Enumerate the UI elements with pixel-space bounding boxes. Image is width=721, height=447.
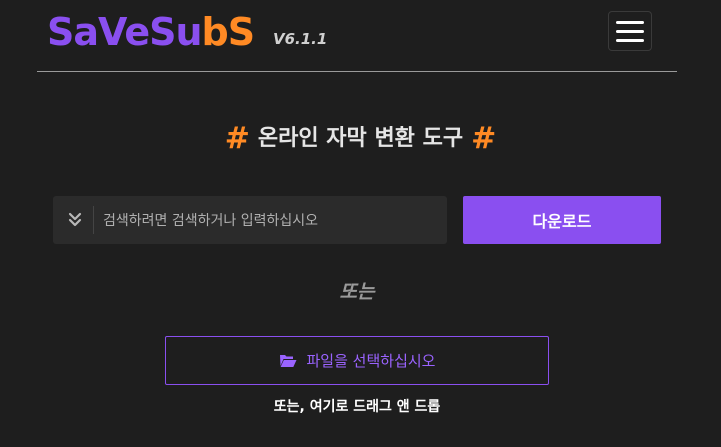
version-label: V6.1.1 (273, 30, 328, 48)
search-divider (93, 206, 94, 234)
search-input[interactable] (101, 196, 435, 246)
download-button[interactable]: 다운로드 (463, 196, 661, 244)
search-box (53, 196, 447, 246)
hash-icon: # (471, 121, 497, 156)
hamburger-icon-bar (616, 20, 644, 24)
hamburger-icon-bar (616, 29, 644, 33)
site-header: SaVeSubS V6.1.1 (37, 0, 677, 72)
hash-icon: # (224, 121, 250, 156)
choose-file-button[interactable]: 파일을 선택하십시오 (165, 336, 549, 385)
folder-open-icon (279, 355, 296, 367)
drag-drop-hint: 또는, 여기로 드래그 앤 드롭 (273, 399, 441, 415)
page-title: # 온라인 자막 변환 도구 # (0, 120, 721, 156)
logo-text-orange: bS (201, 10, 256, 54)
logo-text-purple: SaVeSu (47, 10, 203, 54)
choose-file-label: 파일을 선택하십시오 (306, 352, 436, 370)
menu-toggle-button[interactable] (608, 11, 652, 51)
hamburger-icon-bar (616, 38, 644, 42)
double-chevron-down-icon[interactable] (65, 210, 85, 230)
or-divider-text: 또는 (339, 281, 375, 303)
page-title-text: 온라인 자막 변환 도구 (257, 126, 464, 151)
savesubs-logo[interactable]: SaVeSubS (47, 8, 256, 56)
